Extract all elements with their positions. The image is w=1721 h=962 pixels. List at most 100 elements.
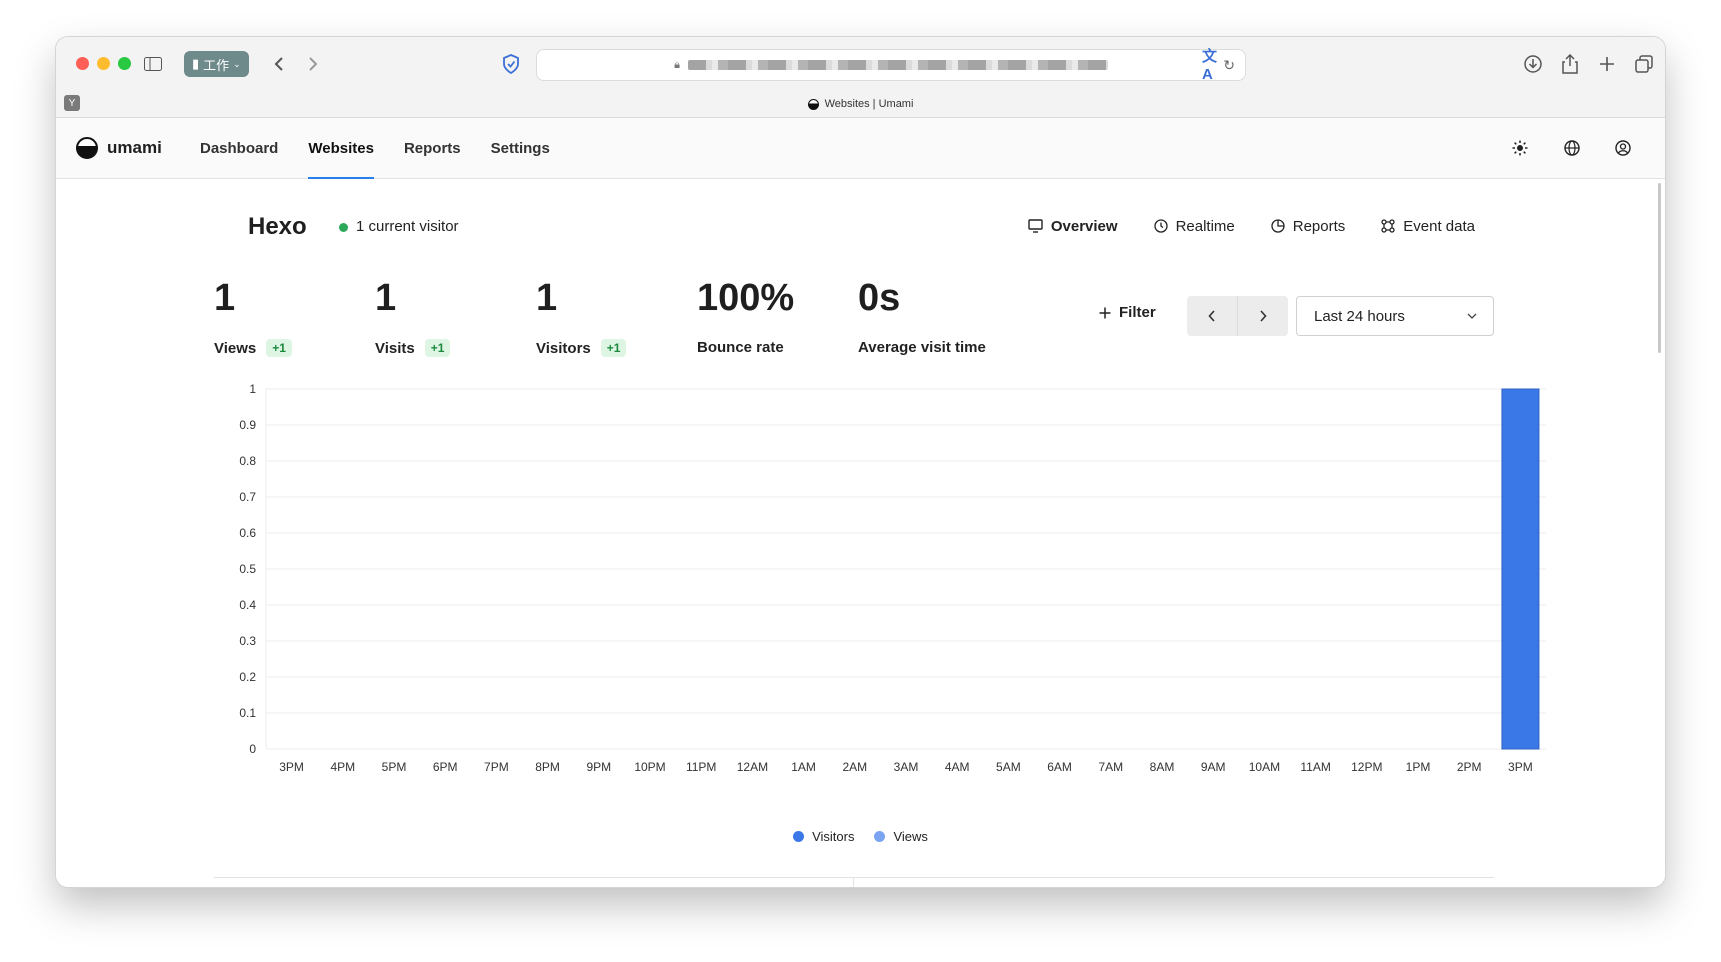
sidebar-toggle-icon[interactable] (142, 53, 164, 75)
reload-icon[interactable]: ↻ (1223, 57, 1235, 74)
nav-websites[interactable]: Websites (308, 118, 374, 179)
address-bar[interactable]: 🔒︎ ↻ (536, 49, 1246, 81)
plus-icon (1099, 307, 1111, 318)
app-logo[interactable]: umami (76, 137, 162, 159)
y-tick-label: 0.7 (239, 490, 256, 504)
legend-swatch (874, 831, 886, 842)
chevron-down-icon: ⌄ (233, 58, 241, 69)
x-tick-label: 3AM (894, 760, 919, 774)
metric-value: 1 (536, 277, 558, 319)
change-badge: +1 (266, 339, 292, 357)
x-tick-label: 5AM (996, 760, 1021, 774)
page-title: Hexo (248, 213, 307, 240)
x-tick-label: 12AM (737, 760, 768, 774)
lock-icon: 🔒︎ (674, 58, 680, 71)
section-divider (214, 877, 1494, 878)
metric-visitors: 1 Visitors +1 (536, 279, 697, 357)
metric-label: Average visit time (858, 339, 986, 356)
profile-icon[interactable] (1612, 137, 1634, 159)
previous-period-button[interactable] (1187, 296, 1238, 336)
tab-realtime-label: Realtime (1175, 217, 1235, 235)
event-data-icon (1381, 219, 1395, 233)
scrollbar[interactable] (1658, 183, 1661, 353)
active-tab[interactable]: Websites | Umami (56, 91, 1665, 117)
metric-average-visit-time: 0s Average visit time (858, 279, 1058, 357)
current-visitors: 1 current visitor (356, 218, 459, 235)
umami-favicon-icon (807, 98, 819, 110)
metric-value: 0s (858, 277, 901, 319)
main-content: Hexo 1 current visitor Overview Realtime… (56, 179, 1665, 887)
chart-svg: 0 0.1 0.2 0.3 0.4 0.5 0.6 0.7 0.8 0.9 1 3PM 4PM 5PM 6P… (239, 382, 1546, 774)
globe-icon[interactable] (1561, 137, 1583, 159)
nav-reports[interactable]: Reports (404, 118, 461, 178)
tab-reports-label: Reports (1292, 217, 1346, 235)
tab-overview-icon[interactable] (1633, 53, 1655, 75)
y-tick-label: 0.4 (239, 598, 256, 612)
x-tick-label: 4PM (330, 760, 355, 774)
x-tick-label: 8AM (1150, 760, 1175, 774)
chevron-down-icon (1467, 313, 1477, 319)
browser-toolbar: ▮ 工作 ⌄ 🔒︎ ↻ 文A Y Websites | Umami (56, 37, 1665, 118)
next-period-button[interactable] (1238, 296, 1288, 336)
minimize-window-button[interactable] (97, 57, 110, 70)
chevron-left-icon (1208, 310, 1215, 322)
legend-item-visitors[interactable]: Visitors (793, 829, 854, 844)
x-tick-label: 10PM (634, 760, 665, 774)
x-tick-label: 10AM (1249, 760, 1280, 774)
x-tick-label: 6AM (1047, 760, 1072, 774)
x-tick-label: 1AM (791, 760, 816, 774)
pageviews-chart: 0 0.1 0.2 0.3 0.4 0.5 0.6 0.7 0.8 0.9 1 3PM 4PM 5PM 6P… (216, 379, 1556, 819)
maximize-window-button[interactable] (118, 57, 131, 70)
filter-button[interactable]: Filter (1099, 304, 1156, 321)
profile-pill[interactable]: ▮ 工作 ⌄ (184, 51, 249, 77)
tab-event-data[interactable]: Event data (1381, 213, 1475, 239)
metric-label: Visits (375, 339, 415, 357)
change-badge: +1 (424, 339, 451, 357)
metric-bounce-rate: 100% Bounce rate (697, 279, 858, 357)
download-icon[interactable] (1522, 53, 1544, 75)
shield-icon[interactable] (500, 53, 522, 75)
legend-item-views[interactable]: Views (874, 829, 928, 844)
new-tab-icon[interactable] (1596, 53, 1618, 75)
legend-label: Visitors (812, 829, 855, 844)
x-tick-label: 2PM (1457, 760, 1482, 774)
back-icon[interactable] (268, 53, 290, 75)
metric-visits: 1 Visits +1 (375, 279, 536, 357)
chart-legend: Visitors Views (56, 829, 1665, 844)
tab-reports[interactable]: Reports (1271, 213, 1346, 239)
nav-dashboard[interactable]: Dashboard (200, 118, 278, 178)
x-tick-label: 3PM (279, 760, 304, 774)
metric-views: 1 Views +1 (214, 279, 375, 357)
tab-overview[interactable]: Overview (1028, 213, 1118, 239)
filter-label: Filter (1119, 304, 1156, 321)
browser-window: ▮ 工作 ⌄ 🔒︎ ↻ 文A Y Websites | Umami umami … (56, 37, 1665, 887)
x-tick-label: 6PM (433, 760, 458, 774)
x-tick-label: 2AM (842, 760, 867, 774)
y-tick-label: 0.3 (239, 634, 256, 648)
nav-settings[interactable]: Settings (491, 118, 550, 178)
share-icon[interactable] (1559, 53, 1581, 75)
metric-value: 1 (214, 277, 236, 319)
section-split (853, 877, 854, 887)
window-controls (76, 57, 131, 70)
chevron-right-icon (1260, 310, 1267, 322)
date-pager (1187, 296, 1288, 336)
tab-event-data-label: Event data (1403, 217, 1475, 235)
tab-title: Websites | Umami (824, 98, 914, 110)
theme-sun-icon[interactable] (1509, 137, 1531, 159)
x-tick-label: 12PM (1351, 760, 1382, 774)
y-tick-label: 0.9 (239, 418, 256, 432)
y-tick-label: 0.5 (239, 562, 256, 576)
y-tick-label: 0.1 (239, 706, 256, 720)
metric-label: Visitors (536, 339, 591, 357)
legend-label: Views (893, 829, 928, 844)
address-text-redacted (687, 60, 1108, 70)
close-window-button[interactable] (76, 57, 89, 70)
x-tick-label: 7PM (484, 760, 509, 774)
tab-realtime[interactable]: Realtime (1153, 213, 1235, 239)
x-tick-label: 9PM (586, 760, 611, 774)
date-range-select[interactable]: Last 24 hours (1296, 296, 1494, 336)
translate-icon[interactable]: 文A (1202, 48, 1224, 83)
forward-icon[interactable] (302, 53, 324, 75)
tab-overview-label: Overview (1050, 217, 1118, 235)
